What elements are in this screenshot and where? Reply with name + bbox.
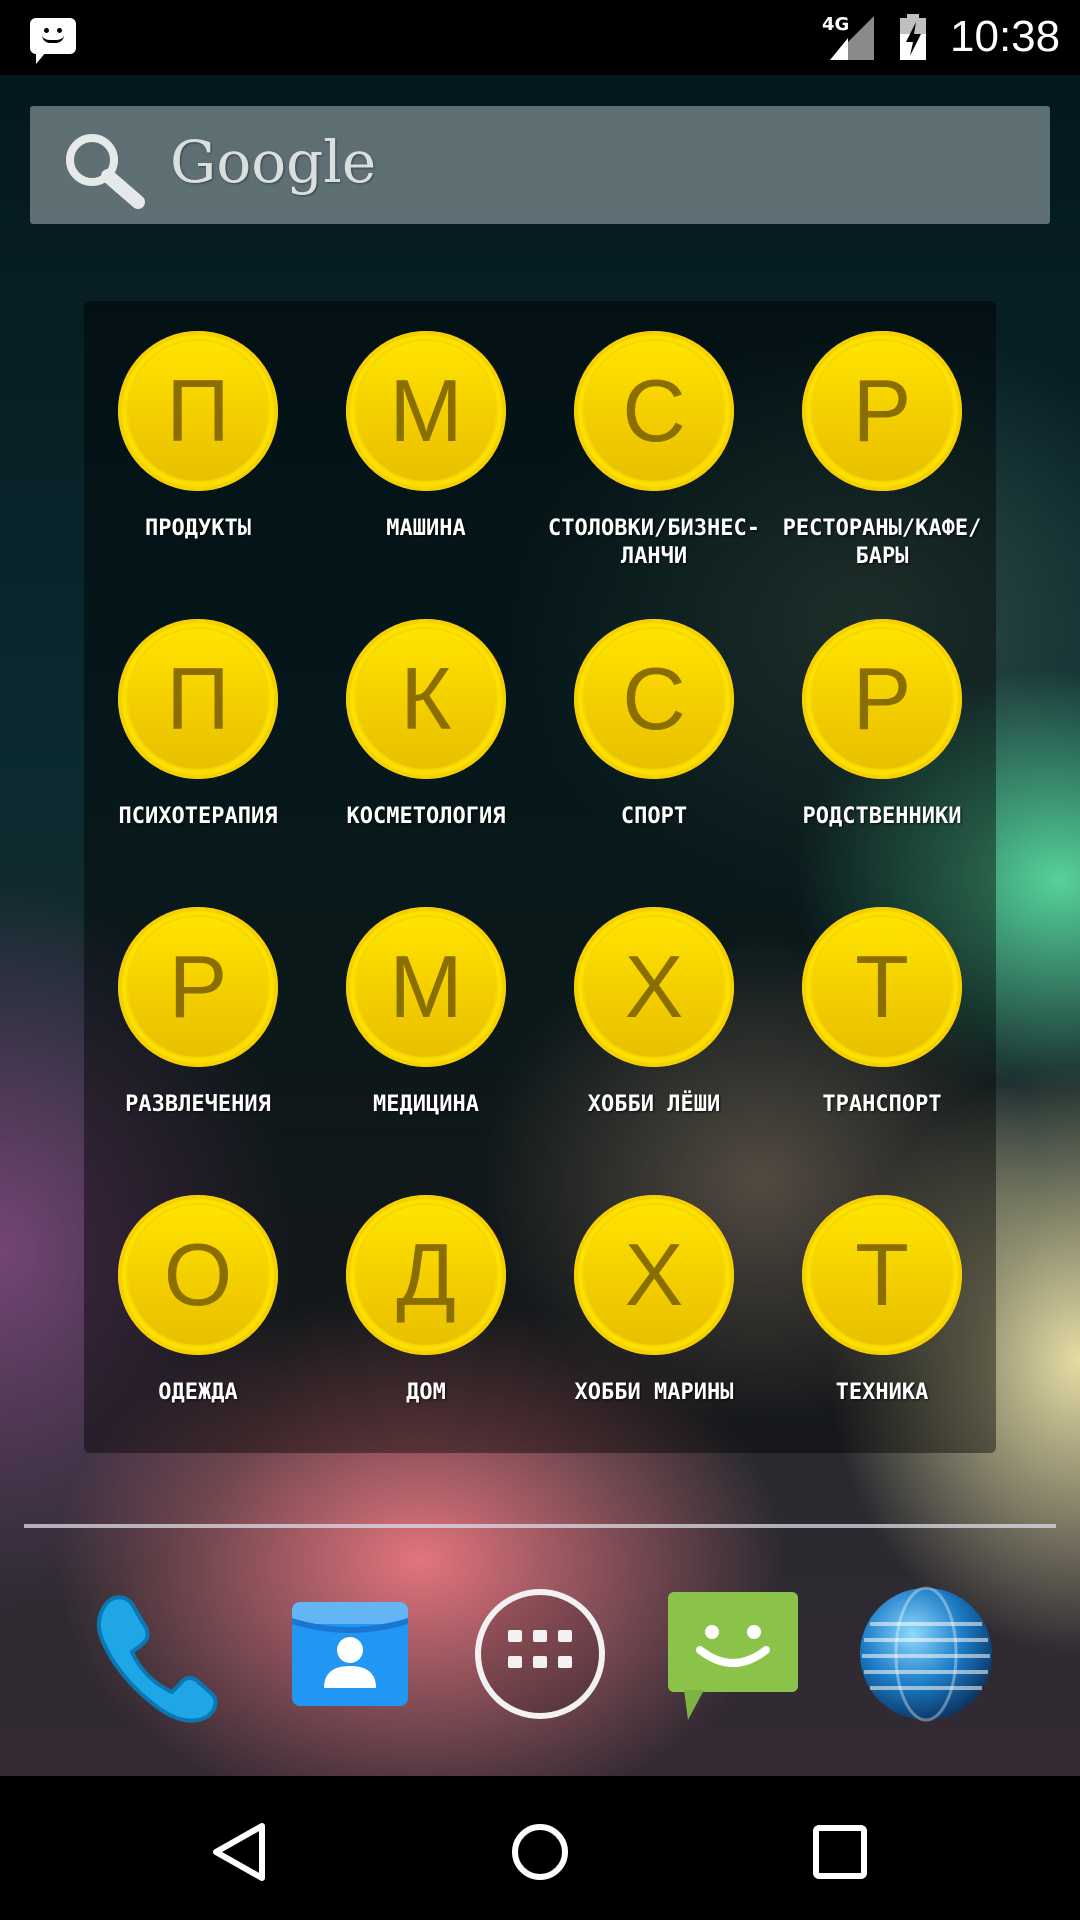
app-label: ХОББИ ЛЁШИ (587, 1092, 721, 1117)
app-coin-icon[interactable]: П (118, 331, 278, 491)
folder-app[interactable]: Д ДОМ (312, 1195, 540, 1465)
folder-app[interactable]: Х ХОББИ МАРИНЫ (540, 1195, 768, 1465)
app-label: ПСИХОТЕРАПИЯ (118, 804, 278, 829)
status-time: 10:38 (950, 12, 1061, 61)
app-icon-letter: Т (855, 1225, 909, 1324)
app-coin-icon[interactable]: Р (802, 619, 962, 779)
app-label: СТОЛОВКИ/БИЗНЕС- ЛАНЧИ (548, 516, 760, 569)
app-coin-icon[interactable]: С (574, 331, 734, 491)
folder-panel: П ПРОДУКТЫ М МАШИНА С СТОЛОВКИ/БИЗНЕС- ЛАНЧИ Р… (84, 301, 996, 1453)
folder-app[interactable]: Р РЕСТОРАНЫ/КАФЕ/ БАРЫ (768, 331, 996, 601)
app-icon-letter: О (163, 1225, 233, 1324)
messaging-icon[interactable] (664, 1584, 804, 1724)
app-label: СПОРТ (620, 804, 688, 829)
app-icon-letter: М (389, 937, 463, 1036)
phone-icon[interactable] (84, 1584, 224, 1724)
app-label: ОДЕЖДА (158, 1380, 238, 1405)
folder-app[interactable]: Р РОДСТВЕННИКИ (768, 619, 996, 889)
folder-app[interactable]: С СТОЛОВКИ/БИЗНЕС- ЛАНЧИ (540, 331, 768, 601)
app-label: РОДСТВЕННИКИ (802, 804, 962, 829)
app-coin-icon[interactable]: М (346, 331, 506, 491)
folder-app[interactable]: М МАШИНА (312, 331, 540, 601)
app-label: ТРАНСПОРТ (822, 1092, 942, 1117)
contacts-icon[interactable] (280, 1584, 420, 1724)
message-icon (30, 18, 76, 64)
app-coin-icon[interactable]: Х (574, 1195, 734, 1355)
app-label: ХОББИ МАРИНЫ (574, 1380, 734, 1405)
folder-app[interactable]: Т ТРАНСПОРТ (768, 907, 996, 1177)
home-icon[interactable] (508, 1820, 572, 1884)
app-coin-icon[interactable]: Т (802, 1195, 962, 1355)
app-coin-icon[interactable]: С (574, 619, 734, 779)
app-label: КОСМЕТОЛОГИЯ (346, 804, 506, 829)
app-label: ДОМ (406, 1380, 446, 1405)
folder-app[interactable]: Х ХОББИ ЛЁШИ (540, 907, 768, 1177)
app-icon-letter: К (400, 649, 452, 748)
app-label: МАШИНА (386, 516, 466, 541)
folder-app[interactable]: С СПОРТ (540, 619, 768, 889)
folder-app[interactable]: Р РАЗВЛЕЧЕНИЯ (84, 907, 312, 1177)
app-icon-letter: Р (852, 361, 912, 460)
search-icon[interactable] (60, 130, 146, 210)
app-coin-icon[interactable]: Д (346, 1195, 506, 1355)
app-icon-letter: Р (168, 937, 228, 1036)
folder-app[interactable]: П ПРОДУКТЫ (84, 331, 312, 601)
app-drawer-icon[interactable] (470, 1584, 610, 1724)
status-bar: 4G 10:38 (0, 0, 1080, 75)
folder-app[interactable]: П ПСИХОТЕРАПИЯ (84, 619, 312, 889)
folder-app[interactable]: М МЕДИЦИНА (312, 907, 540, 1177)
folder-app[interactable]: О ОДЕЖДА (84, 1195, 312, 1465)
app-label: РАЗВЛЕЧЕНИЯ (125, 1092, 271, 1117)
recents-icon[interactable] (808, 1820, 872, 1884)
app-coin-icon[interactable]: Р (118, 907, 278, 1067)
app-coin-icon[interactable]: К (346, 619, 506, 779)
app-icon-letter: П (166, 361, 230, 460)
search-label[interactable]: Google (170, 128, 376, 196)
folder-app[interactable]: К КОСМЕТОЛОГИЯ (312, 619, 540, 889)
app-label: МЕДИЦИНА (373, 1092, 479, 1117)
app-icon-letter: М (389, 361, 463, 460)
app-coin-icon[interactable]: О (118, 1195, 278, 1355)
battery-charging-icon (900, 14, 926, 60)
app-icon-letter: П (166, 649, 230, 748)
app-label: РЕСТОРАНЫ/КАФЕ/ БАРЫ (782, 516, 982, 569)
app-label: ПРОДУКТЫ (145, 516, 251, 541)
app-icon-letter: Д (396, 1225, 456, 1324)
app-coin-icon[interactable]: Т (802, 907, 962, 1067)
browser-globe-icon[interactable] (856, 1584, 996, 1724)
app-icon-letter: Р (852, 649, 912, 748)
folder-app[interactable]: Т ТЕХНИКА (768, 1195, 996, 1465)
app-icon-letter: С (622, 361, 686, 460)
app-label: ТЕХНИКА (835, 1380, 929, 1405)
app-icon-letter: С (622, 649, 686, 748)
app-coin-icon[interactable]: М (346, 907, 506, 1067)
app-icon-letter: Х (624, 1225, 684, 1324)
dock-divider (24, 1524, 1056, 1528)
app-icon-letter: Х (624, 937, 684, 1036)
app-coin-icon[interactable]: Р (802, 331, 962, 491)
app-coin-icon[interactable]: Х (574, 907, 734, 1067)
app-coin-icon[interactable]: П (118, 619, 278, 779)
network-type: 4G (822, 14, 850, 35)
app-icon-letter: Т (855, 937, 909, 1036)
back-icon[interactable] (208, 1820, 272, 1884)
